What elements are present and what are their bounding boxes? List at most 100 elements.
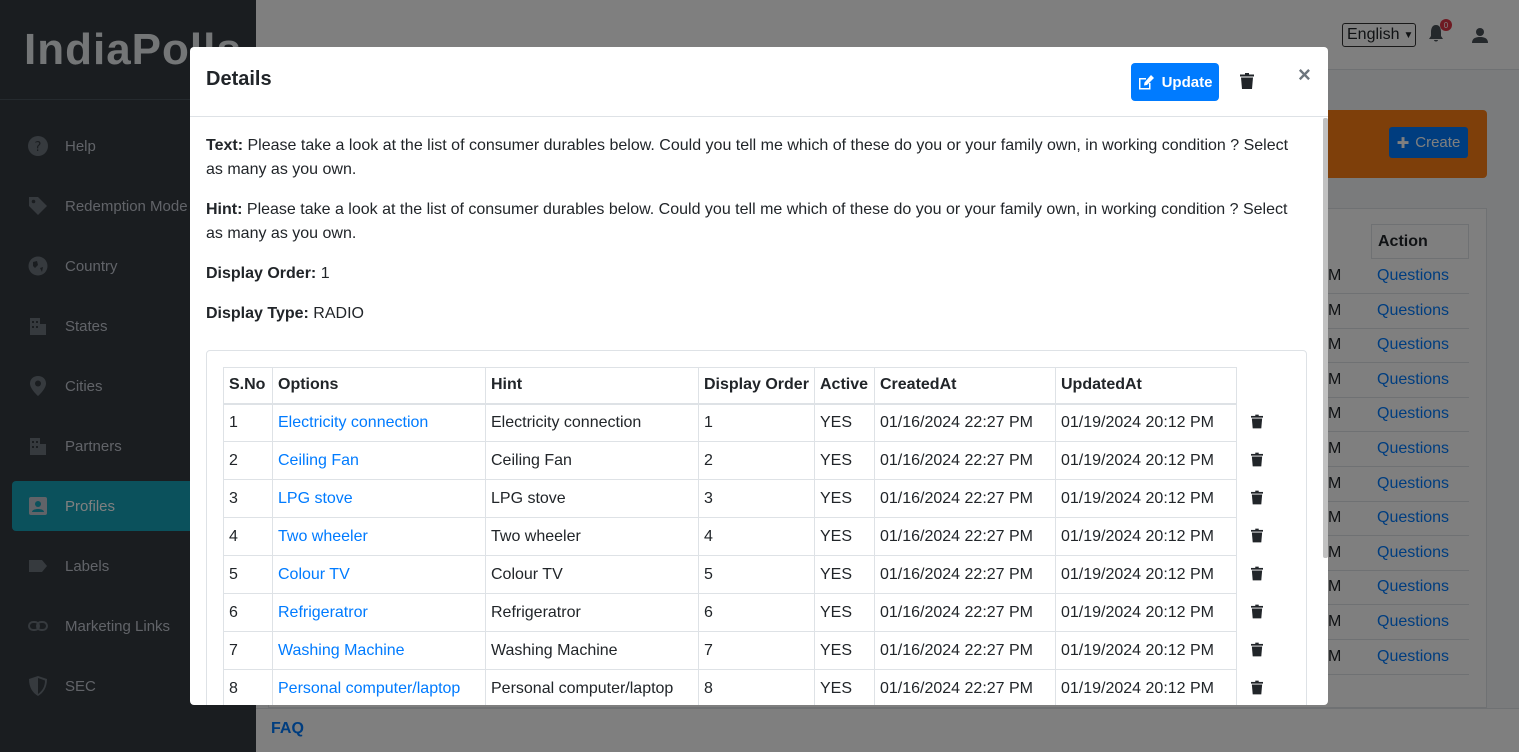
- table-cell: 01/19/2024 20:12 PM: [1055, 403, 1237, 442]
- modal-body: Text: Please take a look at the list of …: [190, 118, 1322, 705]
- field-value: RADIO: [313, 305, 364, 322]
- field-value: Please take a look at the list of consum…: [206, 201, 1288, 242]
- table-row: 8 Personal computer/laptop Personal comput…: [223, 669, 1237, 705]
- table-cell: 01/19/2024 20:12 PM: [1055, 555, 1237, 594]
- edit-icon: [1138, 74, 1154, 89]
- table-cell: 7: [223, 631, 273, 670]
- field-value: Please take a look at the list of consum…: [206, 137, 1289, 178]
- table-cell: LPG stove: [485, 479, 699, 518]
- table-cell: 01/19/2024 20:12 PM: [1055, 517, 1237, 556]
- delete-option-button[interactable]: [1251, 603, 1263, 627]
- table-row: 1 Electricity connection Electricity conne…: [223, 403, 1237, 442]
- table-cell: 4: [698, 517, 815, 556]
- delete-option-button[interactable]: [1251, 527, 1263, 551]
- table-row: 4 Two wheeler Two wheeler 4 YES 01/16/2024 22…: [223, 517, 1237, 556]
- delete-question-button[interactable]: [1240, 73, 1254, 94]
- table-cell: 2: [698, 441, 815, 480]
- field-label: Display Order:: [206, 265, 317, 282]
- table-cell: 01/19/2024 20:12 PM: [1055, 479, 1237, 518]
- table-cell: 01/19/2024 20:12 PM: [1055, 669, 1237, 705]
- option-link[interactable]: Personal computer/laptop: [272, 669, 486, 705]
- trash-icon: [1251, 604, 1263, 619]
- table-cell: 01/16/2024 22:27 PM: [874, 517, 1056, 556]
- modal-scrollbar[interactable]: [1323, 118, 1328, 558]
- table-cell: 01/16/2024 22:27 PM: [874, 669, 1056, 705]
- table-cell: 3: [223, 479, 273, 518]
- trash-icon: [1251, 414, 1263, 429]
- table-cell: 2: [223, 441, 273, 480]
- table-cell: 5: [223, 555, 273, 594]
- table-row: 7 Washing Machine Washing Machine 7 YES 01/16…: [223, 631, 1237, 670]
- table-cell: 6: [223, 593, 273, 632]
- table-cell: 4: [223, 517, 273, 556]
- delete-option-button[interactable]: [1251, 679, 1263, 703]
- trash-icon: [1251, 528, 1263, 543]
- option-link[interactable]: Refrigeratror: [272, 593, 486, 632]
- column-header: Active: [814, 367, 875, 405]
- delete-option-button[interactable]: [1251, 641, 1263, 665]
- option-link[interactable]: Electricity connection: [272, 403, 486, 442]
- details-modal: Details Update × Text: Please take a loo…: [190, 47, 1328, 705]
- update-button[interactable]: Update: [1131, 63, 1219, 101]
- table-cell: YES: [814, 517, 875, 556]
- table-cell: 1: [698, 403, 815, 442]
- table-cell: 8: [698, 669, 815, 705]
- option-link[interactable]: Ceiling Fan: [272, 441, 486, 480]
- update-label: Update: [1161, 73, 1213, 91]
- trash-icon: [1251, 452, 1263, 467]
- field-value: 1: [320, 265, 330, 282]
- trash-icon: [1251, 490, 1263, 505]
- option-link[interactable]: Colour TV: [272, 555, 486, 594]
- trash-icon: [1251, 566, 1263, 581]
- table-cell: 01/16/2024 22:27 PM: [874, 593, 1056, 632]
- delete-option-button[interactable]: [1251, 451, 1263, 475]
- table-cell: Colour TV: [485, 555, 699, 594]
- table-cell: Ceiling Fan: [485, 441, 699, 480]
- table-cell: 1: [223, 403, 273, 442]
- trash-icon: [1251, 680, 1263, 695]
- table-cell: Two wheeler: [485, 517, 699, 556]
- table-cell: 7: [698, 631, 815, 670]
- table-cell: 8: [223, 669, 273, 705]
- detail-field: Display Order: 1: [206, 262, 1306, 286]
- options-card: S.No Options Hint Display Order Active Create…: [206, 350, 1307, 705]
- table-cell: 5: [698, 555, 815, 594]
- table-cell: YES: [814, 479, 875, 518]
- modal-header: Details Update ×: [190, 47, 1328, 117]
- table-cell: 01/16/2024 22:27 PM: [874, 631, 1056, 670]
- table-row: 5 Colour TV Colour TV 5 YES 01/16/2024 22:27 …: [223, 555, 1237, 594]
- close-button[interactable]: ×: [1298, 62, 1311, 88]
- field-label: Hint:: [206, 201, 243, 218]
- field-label: Text:: [206, 137, 244, 154]
- column-header: Hint: [485, 367, 699, 405]
- table-cell: YES: [814, 555, 875, 594]
- delete-option-button[interactable]: [1251, 413, 1263, 437]
- table-cell: YES: [814, 593, 875, 632]
- table-cell: YES: [814, 403, 875, 442]
- table-cell: Refrigeratror: [485, 593, 699, 632]
- column-header: Display Order: [698, 367, 815, 405]
- table-row: 3 LPG stove LPG stove 3 YES 01/16/2024 22:27 …: [223, 479, 1237, 518]
- delete-option-button[interactable]: [1251, 489, 1263, 513]
- table-cell: 01/19/2024 20:12 PM: [1055, 593, 1237, 632]
- table-cell: YES: [814, 441, 875, 480]
- option-link[interactable]: Washing Machine: [272, 631, 486, 670]
- options-table: S.No Options Hint Display Order Active Create…: [223, 367, 1237, 705]
- column-header: Options: [272, 367, 486, 405]
- column-header: UpdatedAt: [1055, 367, 1237, 405]
- option-link[interactable]: LPG stove: [272, 479, 486, 518]
- detail-field: Text: Please take a look at the list of …: [206, 134, 1306, 182]
- trash-icon: [1251, 642, 1263, 657]
- delete-option-button[interactable]: [1251, 565, 1263, 589]
- detail-field: Display Type: RADIO: [206, 302, 1306, 326]
- option-link[interactable]: Two wheeler: [272, 517, 486, 556]
- table-cell: 01/16/2024 22:27 PM: [874, 403, 1056, 442]
- table-cell: Personal computer/laptop: [485, 669, 699, 705]
- table-cell: 01/19/2024 20:12 PM: [1055, 441, 1237, 480]
- table-row: 2 Ceiling Fan Ceiling Fan 2 YES 01/16/2024 22…: [223, 441, 1237, 480]
- column-header: CreatedAt: [874, 367, 1056, 405]
- field-label: Display Type:: [206, 305, 309, 322]
- table-cell: 01/19/2024 20:12 PM: [1055, 631, 1237, 670]
- trash-icon: [1240, 73, 1254, 89]
- table-cell: 01/16/2024 22:27 PM: [874, 555, 1056, 594]
